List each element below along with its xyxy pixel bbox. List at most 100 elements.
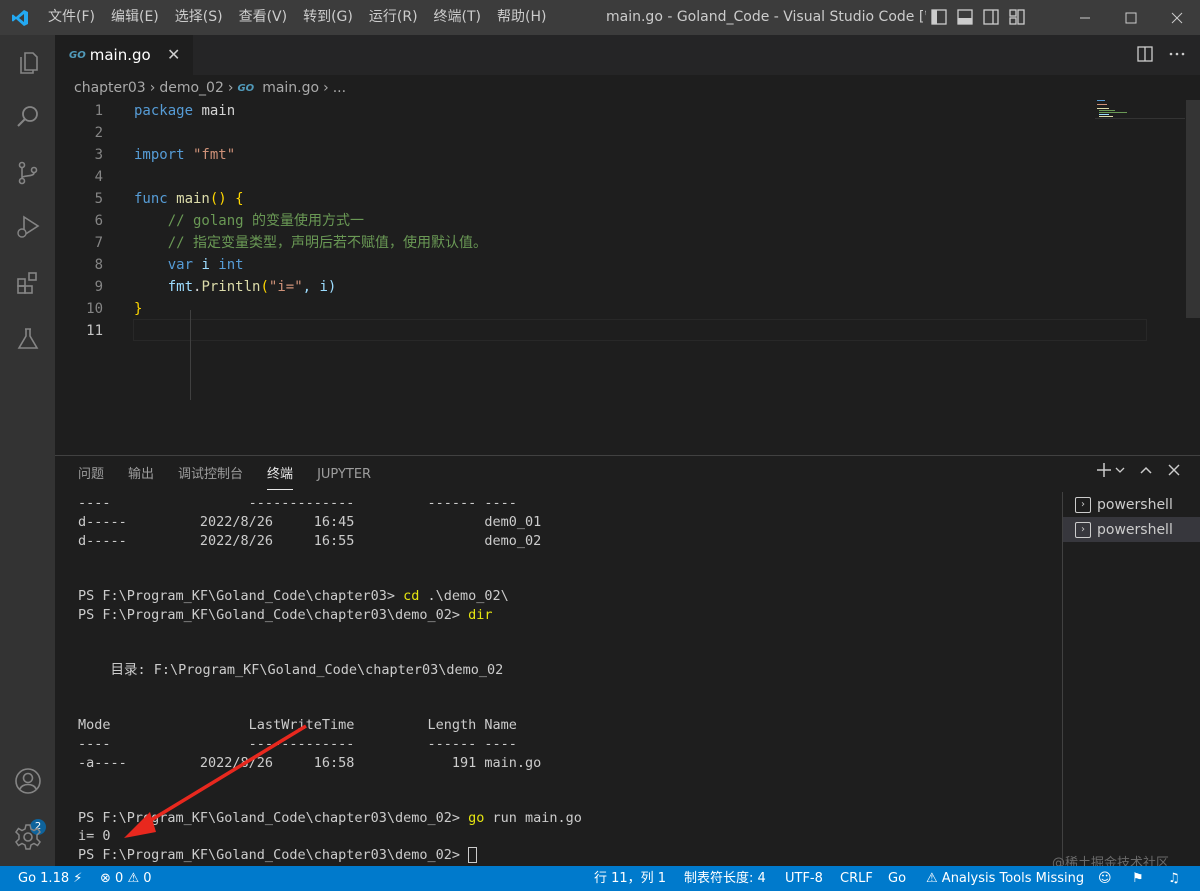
terminal-prompt: PS F:\Program_KF\Goland_Code\chapter03> [78, 588, 404, 604]
status-problems[interactable]: ⊗ 0 ⚠ 0 [100, 866, 152, 891]
code-comment: // golang 的变量使用方式一 [134, 213, 365, 229]
toggle-secondary-sidebar-icon[interactable] [982, 8, 1000, 26]
close-window-icon[interactable] [1154, 0, 1200, 35]
manage-gear-icon[interactable] [12, 821, 44, 853]
menu-edit[interactable]: 编辑(E) [103, 0, 167, 35]
close-panel-icon[interactable] [1166, 462, 1182, 478]
terminal-instance[interactable]: › powershell [1063, 517, 1200, 542]
breadcrumb-item[interactable]: ... [333, 80, 346, 96]
code-token: i [193, 257, 210, 273]
warning-icon: ⚠ [127, 871, 140, 886]
line-number: 9 [94, 279, 103, 295]
status-encoding[interactable]: UTF-8 [785, 866, 823, 891]
status-analysis-tools[interactable]: ⚠ Analysis Tools Missing [926, 866, 1084, 891]
terminal-cursor [468, 847, 478, 863]
maximize-icon[interactable] [1108, 0, 1154, 35]
breadcrumb-item[interactable]: chapter03 [74, 80, 146, 96]
status-language[interactable]: Go [888, 866, 906, 891]
more-actions-icon[interactable] [1168, 45, 1186, 63]
line-number: 11 [86, 323, 103, 339]
window-controls [1062, 0, 1200, 35]
breadcrumb-chevron-icon: › [149, 80, 156, 96]
terminal-instance[interactable]: › powershell [1063, 492, 1200, 517]
extensions-icon[interactable] [12, 267, 44, 299]
line-number: 6 [94, 213, 103, 229]
line-number: 1 [94, 103, 103, 119]
menu-terminal[interactable]: 终端(T) [426, 0, 489, 35]
menu-selection[interactable]: 选择(S) [167, 0, 231, 35]
warning-icon: ⚠ [926, 871, 938, 886]
minimize-icon[interactable] [1062, 0, 1108, 35]
tab-output[interactable]: 输出 [128, 466, 154, 490]
terminal-instance-label: powershell [1097, 521, 1173, 538]
annotation-arrow-icon [124, 724, 307, 838]
vscode-logo-icon [0, 0, 40, 35]
line-number: 4 [94, 169, 103, 185]
go-file-icon: GO [237, 82, 255, 94]
code-token: "i=" [268, 279, 303, 295]
tab-debug-console[interactable]: 调试控制台 [178, 466, 243, 490]
new-terminal-plus-icon[interactable] [1096, 462, 1112, 478]
code-token: } [134, 301, 143, 317]
title-bar: 文件(F) 编辑(E) 选择(S) 查看(V) 转到(G) 运行(R) 终端(T… [0, 0, 1200, 35]
editor-scrollbar[interactable] [1186, 100, 1200, 318]
code-token: package [134, 103, 194, 119]
code-token: func [134, 191, 168, 207]
window-title: main.go - Goland_Code - Visual Studio Co… [606, 9, 926, 25]
accounts-icon[interactable] [12, 765, 44, 797]
minimap[interactable] [1095, 100, 1185, 130]
analysis-label: Analysis Tools Missing [941, 871, 1085, 886]
panel-actions [1096, 462, 1182, 478]
menu-view[interactable]: 查看(V) [231, 0, 296, 35]
code-token: main [167, 191, 210, 207]
terminal-command: cd [403, 588, 420, 604]
menu-go[interactable]: 转到(G) [295, 0, 361, 35]
status-go-version[interactable]: Go 1.18 ⚡ [18, 866, 82, 891]
menu-file[interactable]: 文件(F) [40, 0, 103, 35]
menu-help[interactable]: 帮助(H) [489, 0, 554, 35]
maximize-panel-chevron-up-icon[interactable] [1138, 462, 1154, 478]
tab-terminal[interactable]: 终端 [267, 466, 294, 490]
testing-flask-icon[interactable] [12, 323, 44, 355]
source-control-icon[interactable] [12, 157, 44, 189]
chevron-down-icon[interactable] [1114, 462, 1126, 478]
tab-close-icon[interactable]: ✕ [167, 45, 180, 64]
go-version-label: Go 1.18 [18, 871, 70, 886]
code-token: fmt [134, 279, 194, 295]
explorer-icon[interactable] [12, 47, 44, 79]
run-debug-icon[interactable] [12, 211, 44, 243]
breadcrumb-chevron-icon: › [227, 80, 234, 96]
breadcrumb-item[interactable]: demo_02 [159, 80, 224, 96]
tab-jupyter[interactable]: JUPYTER [317, 466, 371, 490]
customize-layout-icon[interactable] [1008, 8, 1026, 26]
terminal-icon: › [1075, 521, 1091, 538]
breadcrumb-chevron-icon: › [323, 80, 329, 96]
terminal-list: › powershell › powershell [1062, 492, 1200, 864]
terminal-line: i= 0 [78, 828, 111, 844]
line-number: 5 [94, 191, 103, 207]
code-token: var [134, 257, 194, 273]
terminal-command: go [468, 810, 485, 826]
line-number: 10 [86, 301, 103, 317]
warning-count: 0 [143, 871, 152, 886]
feedback-icon[interactable]: ⚑ [1132, 866, 1144, 891]
tab-main-go[interactable]: GO main.go ✕ [55, 35, 193, 75]
menu-run[interactable]: 运行(R) [361, 0, 426, 35]
split-editor-icon[interactable] [1136, 45, 1154, 63]
toggle-sidebar-icon[interactable] [930, 8, 948, 26]
notifications-bell-icon[interactable]: ♫ [1168, 866, 1180, 891]
breadcrumb-item[interactable]: main.go [262, 80, 319, 96]
code-editor[interactable]: 1 package main 2 3 import "fmt" 4 5 func ma… [55, 100, 1185, 455]
status-tab-size[interactable]: 制表符长度: 4 [684, 866, 766, 891]
status-eol[interactable]: CRLF [840, 866, 873, 891]
copilot-icon[interactable]: ☺ [1098, 866, 1112, 891]
menu-bar: 文件(F) 编辑(E) 选择(S) 查看(V) 转到(G) 运行(R) 终端(T… [40, 0, 554, 35]
code-token: , i) [302, 279, 337, 295]
breadcrumb: chapter03 › demo_02 › GO main.go › ... [74, 78, 346, 98]
status-cursor-position[interactable]: 行 11，列 1 [594, 866, 666, 891]
tab-problems[interactable]: 问题 [78, 466, 104, 490]
line-number: 3 [94, 147, 103, 163]
search-icon[interactable] [12, 101, 44, 133]
toggle-panel-icon[interactable] [956, 8, 974, 26]
panel-tabs: 问题 输出 调试控制台 终端 JUPYTER [78, 466, 395, 490]
